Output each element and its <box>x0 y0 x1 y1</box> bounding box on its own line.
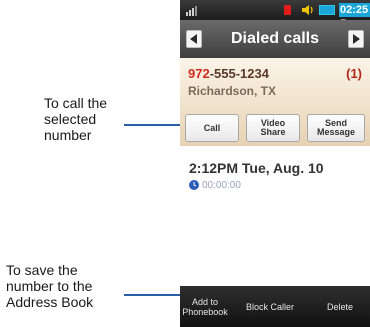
content-empty-area <box>180 201 370 286</box>
callout-call-pointer <box>124 124 184 126</box>
add-to-phonebook-button[interactable]: Add to Phonebook <box>180 286 230 327</box>
block-caller-label: Block Caller <box>245 301 294 312</box>
speaker-icon <box>302 5 313 15</box>
page-title: Dialed calls <box>230 30 320 47</box>
delete-label: Delete <box>326 301 353 312</box>
call-log-entry[interactable]: 2:12PM Tue, Aug. 10 00:00:00 <box>180 146 370 202</box>
chevron-left-icon <box>190 34 197 44</box>
call-datetime: 2:12PM Tue, Aug. 10 <box>189 160 324 176</box>
callout-save-pointer <box>124 294 184 296</box>
phone-screen: 02:25 P Dialed calls 972-555-1234 (1) Ri… <box>180 0 370 327</box>
contact-card[interactable]: 972-555-1234 (1) Richardson, TX <box>180 58 370 110</box>
callout-save-line-1: To save the <box>6 262 78 278</box>
video-share-button[interactable]: Video Share <box>246 114 300 142</box>
callout-save-line-2: number to the <box>6 278 93 294</box>
status-time: 02:25 P <box>339 3 370 30</box>
bottom-action-bar: Add to Phonebook Block Caller Delete <box>180 286 370 327</box>
video-share-line-2: Share <box>260 127 286 137</box>
send-message-line-2: Message <box>316 127 356 137</box>
send-message-button[interactable]: Send Message <box>307 114 365 142</box>
signal-icon <box>186 6 197 16</box>
alert-indicator-icon <box>284 5 291 15</box>
status-bar: 02:25 P <box>180 0 370 30</box>
callout-save-line-3: Address Book <box>6 294 94 310</box>
call-button-label: Call <box>203 122 221 133</box>
callout-save-label: To save the number to the Address Book <box>6 262 126 310</box>
number-prefix: 972 <box>188 66 210 81</box>
chevron-right-icon <box>353 34 360 44</box>
prev-button[interactable] <box>186 30 202 48</box>
action-row: Call Video Share Send Message <box>180 110 370 146</box>
video-share-label: Video Share <box>260 119 285 137</box>
add-to-phonebook-label: Add to Phonebook <box>182 297 228 317</box>
send-message-label: Send Message <box>317 119 355 137</box>
add-line-2: Phonebook <box>182 306 228 317</box>
contact-location: Richardson, TX <box>188 84 277 98</box>
callout-call-label: To call the selected number <box>44 95 144 143</box>
call-button[interactable]: Call <box>185 114 239 142</box>
call-count: (1) <box>346 66 362 81</box>
battery-icon <box>319 5 335 15</box>
block-caller-button[interactable]: Block Caller <box>232 286 308 327</box>
call-duration: 00:00:00 <box>202 180 241 191</box>
clock-icon <box>189 180 199 190</box>
callout-call-line-1: To call the <box>44 95 108 111</box>
number-rest: -555-1234 <box>209 66 269 81</box>
contact-number: 972-555-1234 <box>188 66 269 81</box>
delete-button[interactable]: Delete <box>310 286 370 327</box>
add-line-1: Add to <box>191 296 218 307</box>
callout-call-line-3: number <box>44 127 92 143</box>
next-button[interactable] <box>348 30 364 48</box>
titlebar: Dialed calls <box>180 20 370 58</box>
